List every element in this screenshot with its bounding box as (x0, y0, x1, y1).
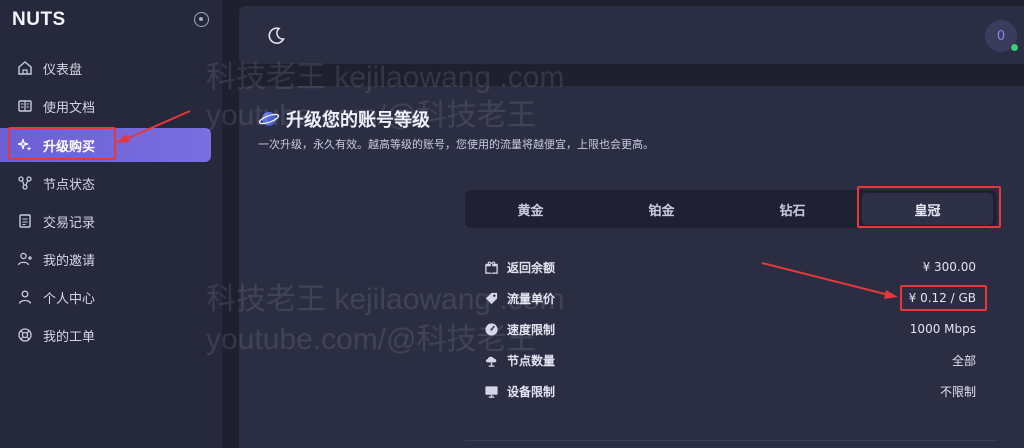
brand-logo: NUTS (12, 9, 66, 30)
highlight-box-tab (857, 186, 1001, 228)
highlight-box-price (900, 285, 987, 311)
panel-divider (465, 440, 997, 441)
highlight-box-sidebar (8, 127, 116, 160)
row-label: 返回余额 (507, 260, 556, 275)
sidebar-item-label: 使用文档 (43, 100, 96, 116)
sidebar: NUTS 仪表盘 使用文档 升级购买 节点状态 交易记录 我的邀请 个人中心 我… (0, 0, 222, 448)
book-icon (16, 97, 34, 115)
watermark-text: youtube.com/@科技老王 (206, 99, 537, 132)
sidebar-item-label: 交易记录 (43, 215, 96, 231)
info-row: 节点数量 全部 (483, 349, 976, 371)
user-icon (16, 288, 34, 306)
tab-platinum[interactable]: 铂金 (596, 193, 727, 225)
home-icon (16, 59, 34, 77)
sidebar-item-dashboard[interactable]: 仪表盘 (0, 51, 211, 85)
sidebar-item-label: 节点状态 (43, 177, 96, 193)
receipt-icon (16, 212, 34, 230)
row-value: 不限制 (939, 384, 976, 399)
gift-icon (483, 259, 499, 275)
page-subtitle: 一次升级，永久有效。越高等级的账号，您使用的流量将越便宜，上限也会更高。 (258, 138, 654, 151)
sidebar-item-label: 我的工单 (43, 329, 96, 345)
online-status-dot (1010, 43, 1019, 52)
info-row: 设备限制 不限制 (483, 380, 976, 402)
row-value: 全部 (951, 353, 976, 368)
row-value: 1000 Mbps (909, 322, 976, 336)
sidebar-item-label: 我的邀请 (43, 253, 96, 269)
row-value: ¥ 300.00 (922, 260, 976, 274)
row-label: 设备限制 (507, 384, 556, 399)
sidebar-item-profile[interactable]: 个人中心 (0, 280, 211, 314)
tab-diamond[interactable]: 钻石 (727, 193, 858, 225)
monitor-icon (483, 383, 499, 399)
sidebar-item-label: 仪表盘 (43, 62, 83, 78)
sidebar-item-tickets[interactable]: 我的工单 (0, 318, 211, 352)
watermark-text: youtube.com/@科技老王 (206, 323, 537, 356)
watermark-text: 科技老王 kejilaowang .com (206, 283, 565, 316)
info-row: 速度限制 1000 Mbps (483, 318, 976, 340)
user-add-icon (16, 250, 34, 268)
sidebar-item-transactions[interactable]: 交易记录 (0, 204, 211, 238)
sidebar-item-label: 个人中心 (43, 291, 96, 307)
nodes-icon (16, 174, 34, 192)
sidebar-item-docs[interactable]: 使用文档 (0, 89, 211, 123)
sidebar-item-invites[interactable]: 我的邀请 (0, 242, 211, 276)
moon-icon[interactable] (266, 26, 286, 50)
tab-gold[interactable]: 黄金 (465, 193, 596, 225)
collapse-toggle-icon[interactable] (194, 12, 209, 27)
lifebuoy-icon (16, 326, 34, 344)
sidebar-item-node-status[interactable]: 节点状态 (0, 166, 211, 200)
